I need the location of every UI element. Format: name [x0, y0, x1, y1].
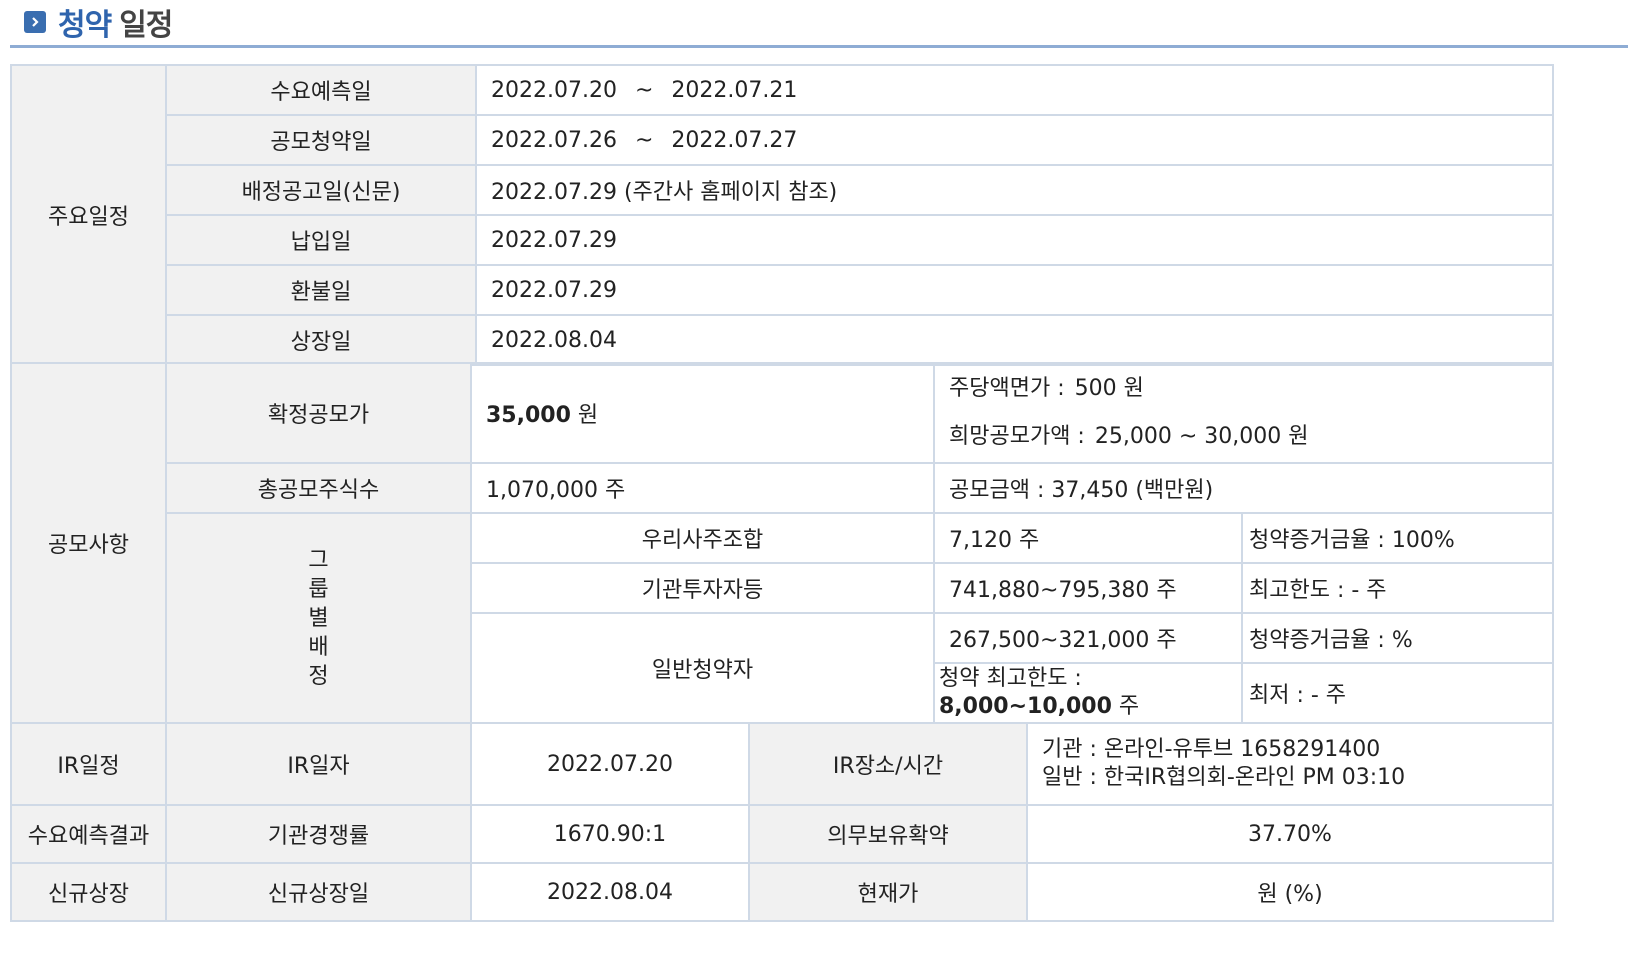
par-value: 주당액면가 :500 원 — [949, 376, 1144, 401]
esop-note: 청약증거금율 : 100% — [1241, 512, 1554, 564]
retail-max-limit: 청약 최고한도 : 8,000~10,000 주 — [933, 662, 1243, 724]
ir-place-label: IR장소/시간 — [748, 722, 1028, 806]
demand-forecast-label: 수요예측일 — [165, 64, 477, 116]
page-title: 청약 일정 — [58, 8, 173, 43]
price-info: 주당액면가 :500 원 희망공모가액 :25,000 ~ 30,000 원 — [933, 362, 1554, 464]
section-header: 청약 일정 — [24, 0, 173, 44]
refund-value: 2022.07.29 — [475, 264, 1554, 316]
demand-result-section-label: 수요예측결과 — [10, 804, 167, 864]
group-allocation-vertical-text: 그 룹 별 배 정 — [308, 547, 329, 689]
refund-label: 환불일 — [165, 264, 477, 316]
ir-date-label: IR일자 — [165, 722, 472, 806]
listing-value: 2022.08.04 — [475, 314, 1554, 366]
subscription-value: 2022.07.26 ~2022.07.27 — [475, 114, 1554, 166]
allotment-notice-value: 2022.07.29 (주간사 홈페이지 참조) — [475, 164, 1554, 216]
retail-name: 일반청약자 — [470, 612, 935, 724]
total-shares-label: 총공모주식수 — [165, 462, 472, 514]
current-price-label: 현재가 — [748, 862, 1028, 922]
listing-label: 상장일 — [165, 314, 477, 366]
offering-table: 공모사항 확정공모가 35,000 원 주당액면가 :500 원 희망공모가액 … — [10, 362, 1554, 724]
retail-min-note: 최저 : - 주 — [1241, 662, 1554, 724]
ir-place-value: 기관 : 온라인-유투브 1658291400 일반 : 한국IR협의회-온라인… — [1026, 722, 1554, 806]
institutional-name: 기관투자자등 — [470, 562, 935, 614]
schedule-table: 주요일정 수요예측일 2022.07.20 ~2022.07.21 공모청약일 2… — [10, 64, 1554, 366]
total-shares-value: 1,070,000 주 — [470, 462, 935, 514]
esop-shares: 7,120 주 — [933, 512, 1243, 564]
retail-note: 청약증거금율 : % — [1241, 612, 1554, 664]
ir-section-label: IR일정 — [10, 722, 167, 806]
offering-amount: 공모금액 : 37,450 (백만원) — [933, 462, 1554, 514]
esop-name: 우리사주조합 — [470, 512, 935, 564]
desired-price: 희망공모가액 :25,000 ~ 30,000 원 — [949, 424, 1309, 449]
subscription-label: 공모청약일 — [165, 114, 477, 166]
results-table: IR일정 IR일자 2022.07.20 IR장소/시간 기관 : 온라인-유투… — [10, 722, 1554, 922]
institutional-shares: 741,880~795,380 주 — [933, 562, 1243, 614]
schedule-section-label: 주요일정 — [10, 64, 167, 366]
new-listing-section-label: 신규상장 — [10, 862, 167, 922]
allotment-notice-label: 배정공고일(신문) — [165, 164, 477, 216]
competition-label: 기관경쟁률 — [165, 804, 472, 864]
payment-label: 납입일 — [165, 214, 477, 266]
lockup-label: 의무보유확약 — [748, 804, 1028, 864]
group-allocation-label: 그 룹 별 배 정 — [165, 512, 472, 724]
chevron-right-icon — [24, 11, 46, 33]
header-divider — [10, 45, 1628, 48]
payment-value: 2022.07.29 — [475, 214, 1554, 266]
ir-date-value: 2022.07.20 — [470, 722, 750, 806]
new-listing-date-value: 2022.08.04 — [470, 862, 750, 922]
retail-shares: 267,500~321,000 주 — [933, 612, 1243, 664]
current-price-value: 원 (%) — [1026, 862, 1554, 922]
competition-value: 1670.90:1 — [470, 804, 750, 864]
demand-forecast-value: 2022.07.20 ~2022.07.21 — [475, 64, 1554, 116]
final-price-label: 확정공모가 — [165, 362, 472, 464]
new-listing-date-label: 신규상장일 — [165, 862, 472, 922]
offering-section-label: 공모사항 — [10, 362, 167, 724]
final-price-value: 35,000 원 — [470, 362, 935, 464]
institutional-note: 최고한도 : - 주 — [1241, 562, 1554, 614]
lockup-value: 37.70% — [1026, 804, 1554, 864]
